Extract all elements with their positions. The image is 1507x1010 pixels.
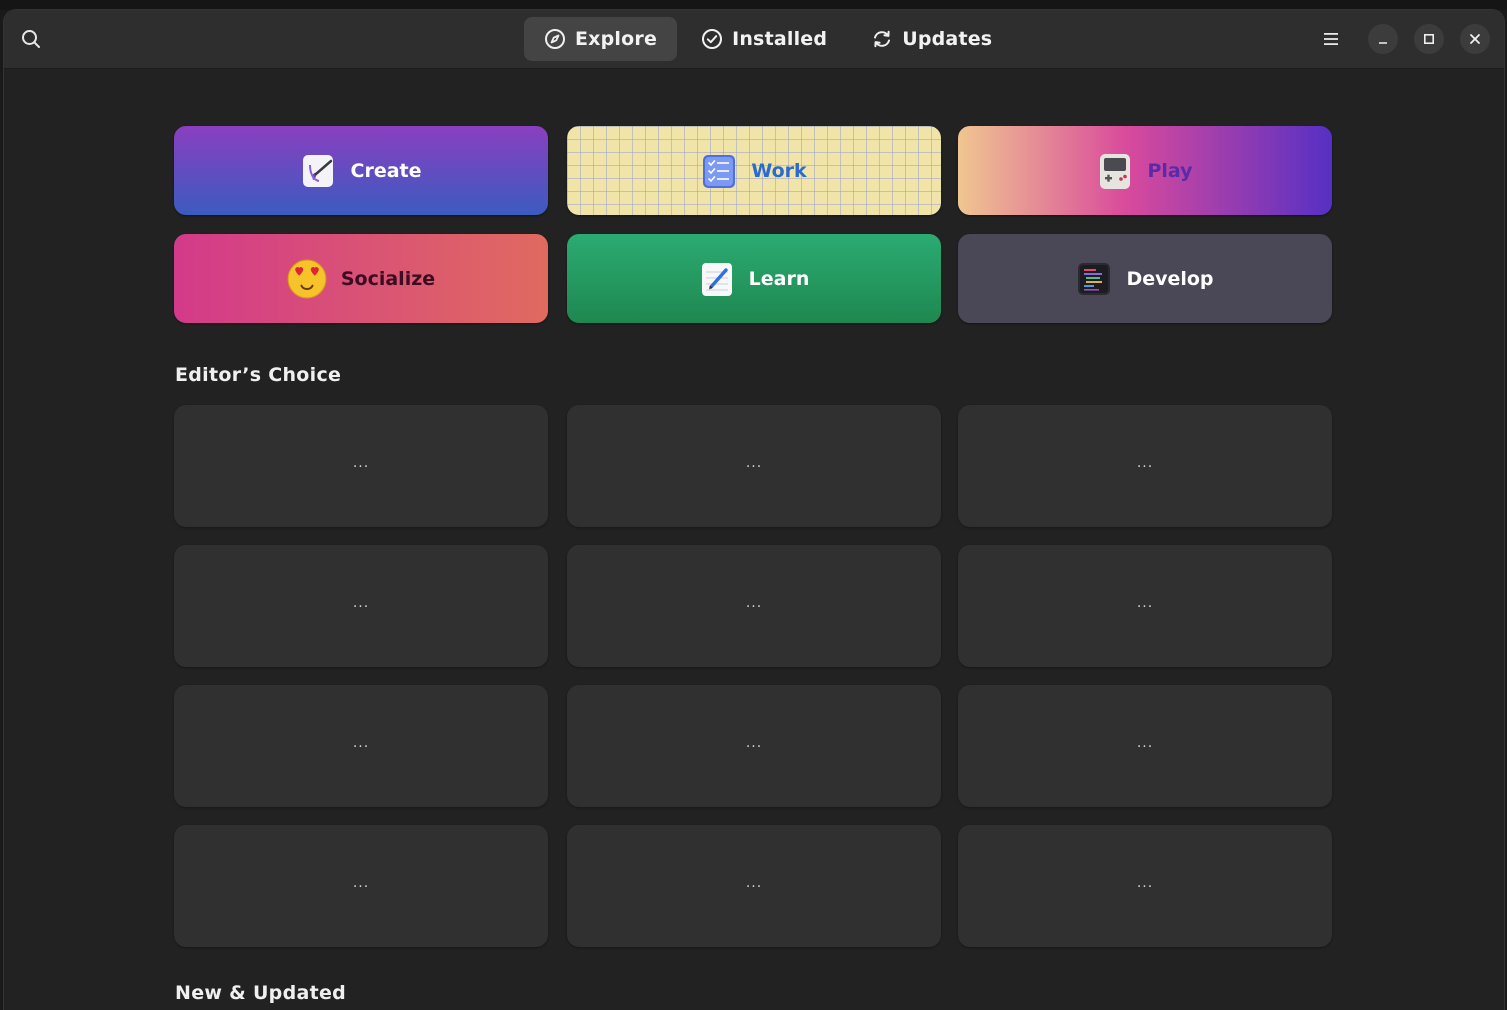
hamburger-menu-icon [1324,33,1338,45]
minimize-button[interactable] [1368,24,1398,54]
category-create[interactable]: Create [174,126,548,215]
category-learn[interactable]: Learn [567,234,941,323]
loading-indicator: ... [352,735,370,751]
tab-installed[interactable]: Installed [681,17,847,61]
loading-indicator: ... [1136,595,1154,611]
maximize-button[interactable] [1414,24,1444,54]
app-card[interactable]: ... [174,825,548,947]
section-title-editors-choice: Editor’s Choice [175,364,342,386]
view-switcher: Explore Installed Updates [524,17,1012,61]
loading-indicator: ... [745,595,763,611]
app-card[interactable]: ... [958,545,1332,667]
category-develop[interactable]: Develop [958,234,1332,323]
category-work-label: Work [751,159,807,182]
explore-page: Create Work Play Socialize Learn Develop… [4,69,1504,1010]
search-button[interactable] [12,21,50,57]
checklist-icon [703,154,736,188]
tab-installed-label: Installed [732,28,828,50]
category-play-label: Play [1147,159,1193,182]
software-app-window: Explore Installed Updates Create Work Pl… [4,10,1504,1010]
category-work[interactable]: Work [567,126,941,215]
loading-indicator: ... [1136,875,1154,891]
app-card[interactable]: ... [174,685,548,807]
main-menu-button[interactable] [1312,21,1350,57]
section-title-new-updated: New & Updated [175,982,347,1004]
app-card[interactable]: ... [958,405,1332,527]
refresh-icon [874,30,891,48]
close-icon [1470,34,1480,44]
category-create-label: Create [350,159,422,182]
app-card[interactable]: ... [567,545,941,667]
notepad-pencil-icon [701,262,732,296]
category-play[interactable]: Play [958,126,1332,215]
compass-icon [545,29,565,49]
loading-indicator: ... [352,455,370,471]
paint-brush-icon [302,154,333,187]
category-learn-label: Learn [748,267,810,290]
header-bar: Explore Installed Updates [4,10,1504,69]
gameboy-icon [1100,153,1131,189]
tab-explore[interactable]: Explore [524,17,678,61]
desktop-background [0,0,1507,10]
minimize-icon [1379,42,1387,44]
loading-indicator: ... [1136,455,1154,471]
tab-explore-label: Explore [575,28,658,50]
app-card[interactable]: ... [567,825,941,947]
app-card[interactable]: ... [567,685,941,807]
loading-indicator: ... [745,735,763,751]
loading-indicator: ... [745,455,763,471]
app-card[interactable]: ... [958,685,1332,807]
category-socialize[interactable]: Socialize [174,234,548,323]
app-card[interactable]: ... [567,405,941,527]
app-card[interactable]: ... [174,405,548,527]
category-socialize-label: Socialize [340,267,436,290]
search-icon [22,30,40,48]
loading-indicator: ... [745,875,763,891]
code-editor-icon [1078,262,1111,295]
loading-indicator: ... [352,875,370,891]
tab-updates-label: Updates [902,28,993,50]
loading-indicator: ... [352,595,370,611]
tab-updates[interactable]: Updates [851,17,1012,61]
heart-eyes-emoji-icon [287,259,327,298]
close-button[interactable] [1460,24,1490,54]
category-develop-label: Develop [1126,267,1214,290]
maximize-icon [1423,33,1434,44]
loading-indicator: ... [1136,735,1154,751]
app-card[interactable]: ... [174,545,548,667]
app-card[interactable]: ... [958,825,1332,947]
check-circle-icon [702,29,723,49]
